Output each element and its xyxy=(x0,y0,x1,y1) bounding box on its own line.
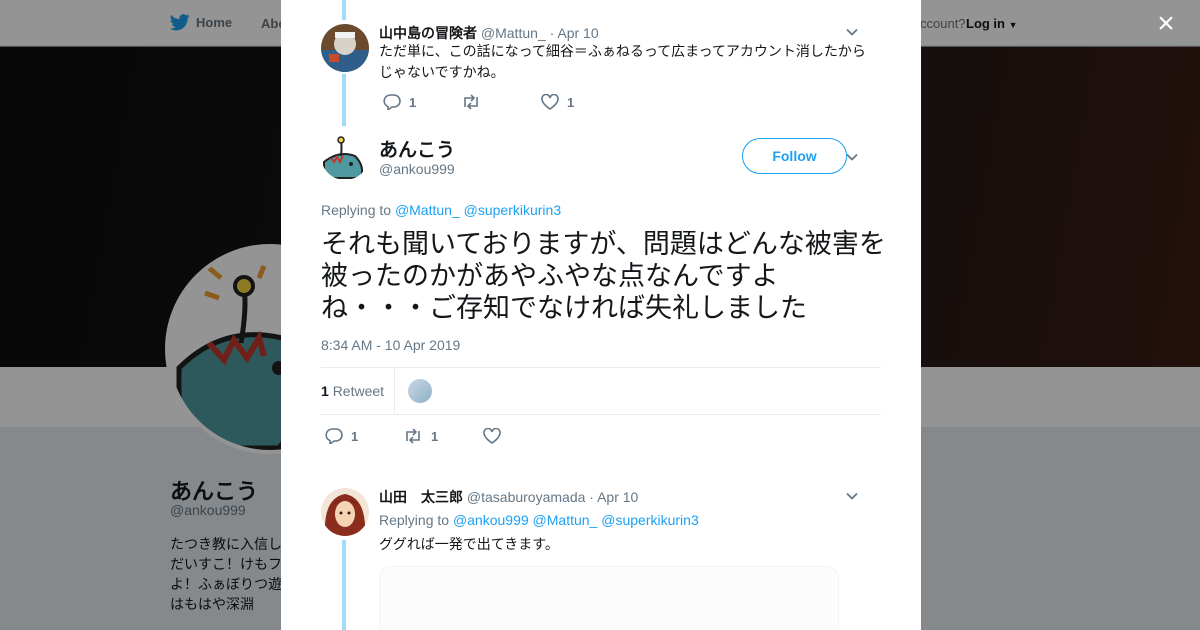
replying-to: Replying to @ankou999 @Mattun_ @superkik… xyxy=(379,510,879,531)
author-handle[interactable]: @Mattun_ xyxy=(481,25,546,41)
retweet-icon xyxy=(464,94,478,110)
stats-divider xyxy=(394,368,395,414)
anglerfish-avatar-icon xyxy=(321,132,369,180)
retweet-stat-count: 1 xyxy=(321,383,329,399)
heart-icon xyxy=(541,94,559,110)
author-handle[interactable]: @ankou999 xyxy=(379,161,455,177)
link-preview-card[interactable] xyxy=(379,566,839,630)
like-count: 1 xyxy=(567,94,575,110)
replying-prefix: Replying to xyxy=(379,512,450,528)
follow-button[interactable]: Follow xyxy=(742,138,847,174)
reply-button[interactable]: 1 xyxy=(383,94,461,110)
chevron-down-icon[interactable] xyxy=(845,25,859,39)
tweet-header: 山中島の冒険者 @Mattun_ · Apr 10 xyxy=(379,23,599,43)
retweet-button[interactable]: 1 xyxy=(403,428,483,444)
tweet-modal: 山中島の冒険者 @Mattun_ · Apr 10 ただ単に、この話になって細谷… xyxy=(281,0,921,630)
tweet-timestamp[interactable]: 8:34 AM - 10 Apr 2019 xyxy=(321,337,460,353)
avatar[interactable] xyxy=(321,488,369,536)
replying-to: Replying to @Mattun_ @superkikurin3 xyxy=(321,202,561,218)
retweet-count: 1 xyxy=(431,428,439,444)
reply-button[interactable]: 1 xyxy=(325,428,403,444)
author-name[interactable]: 山中島の冒険者 xyxy=(379,25,477,41)
retweet-icon xyxy=(406,428,420,444)
tweet-header: 山田 太三郎 @tasaburoyamada · Apr 10 xyxy=(379,487,638,507)
like-button[interactable] xyxy=(483,428,509,444)
reply-icon xyxy=(325,428,343,444)
retweeter-avatar[interactable] xyxy=(408,379,432,403)
thread-connector xyxy=(342,540,346,630)
avatar[interactable] xyxy=(321,132,369,180)
mention-link[interactable]: @superkikurin3 xyxy=(601,512,698,528)
mention-link[interactable]: @ankou999 xyxy=(453,512,529,528)
thread-connector xyxy=(342,74,346,126)
thread-connector xyxy=(342,0,346,20)
anime-character-avatar-icon xyxy=(321,488,369,536)
tweet-text: それも聞いておりますが、問題はどんな被害を被ったのかがあやふやな点なんですよね・… xyxy=(321,229,886,323)
retweet-stat[interactable]: 1 Retweet xyxy=(321,383,384,399)
tweet-text: ググれば一発で出てきます。 xyxy=(379,536,559,552)
retweet-button[interactable] xyxy=(461,94,541,110)
chevron-down-icon[interactable] xyxy=(845,489,859,503)
tweet-date[interactable]: · Apr 10 xyxy=(589,489,638,505)
reply-count: 1 xyxy=(351,428,359,444)
tweet-stats: 1 Retweet xyxy=(321,367,881,415)
tweet-actions: 1 1 xyxy=(325,428,509,444)
mention-link[interactable]: @superkikurin3 xyxy=(464,202,561,218)
author-name[interactable]: 山田 太三郎 xyxy=(379,489,463,505)
tweet-actions: 1 1 xyxy=(383,94,574,110)
reply-icon xyxy=(383,94,401,110)
tweet-date[interactable]: · Apr 10 xyxy=(550,25,599,41)
like-button[interactable]: 1 xyxy=(541,94,574,110)
mention-link[interactable]: @Mattun_ xyxy=(533,512,598,528)
mention-link[interactable]: @Mattun_ xyxy=(395,202,460,218)
author-handle[interactable]: @tasaburoyamada xyxy=(467,489,586,505)
avatar[interactable] xyxy=(321,24,369,72)
reply-count: 1 xyxy=(409,94,417,110)
heart-icon xyxy=(483,428,501,444)
retweet-stat-label: Retweet xyxy=(332,383,385,399)
replying-prefix: Replying to xyxy=(321,202,392,218)
chevron-down-icon[interactable] xyxy=(845,150,859,164)
author-name[interactable]: あんこう xyxy=(379,135,455,162)
adventurer-avatar-icon xyxy=(321,24,369,72)
tweet-text: ただ単に、この話になって細谷＝ふぁねるって広まってアカウント消したからじゃないで… xyxy=(379,43,866,80)
close-button[interactable]: × xyxy=(1152,9,1180,39)
